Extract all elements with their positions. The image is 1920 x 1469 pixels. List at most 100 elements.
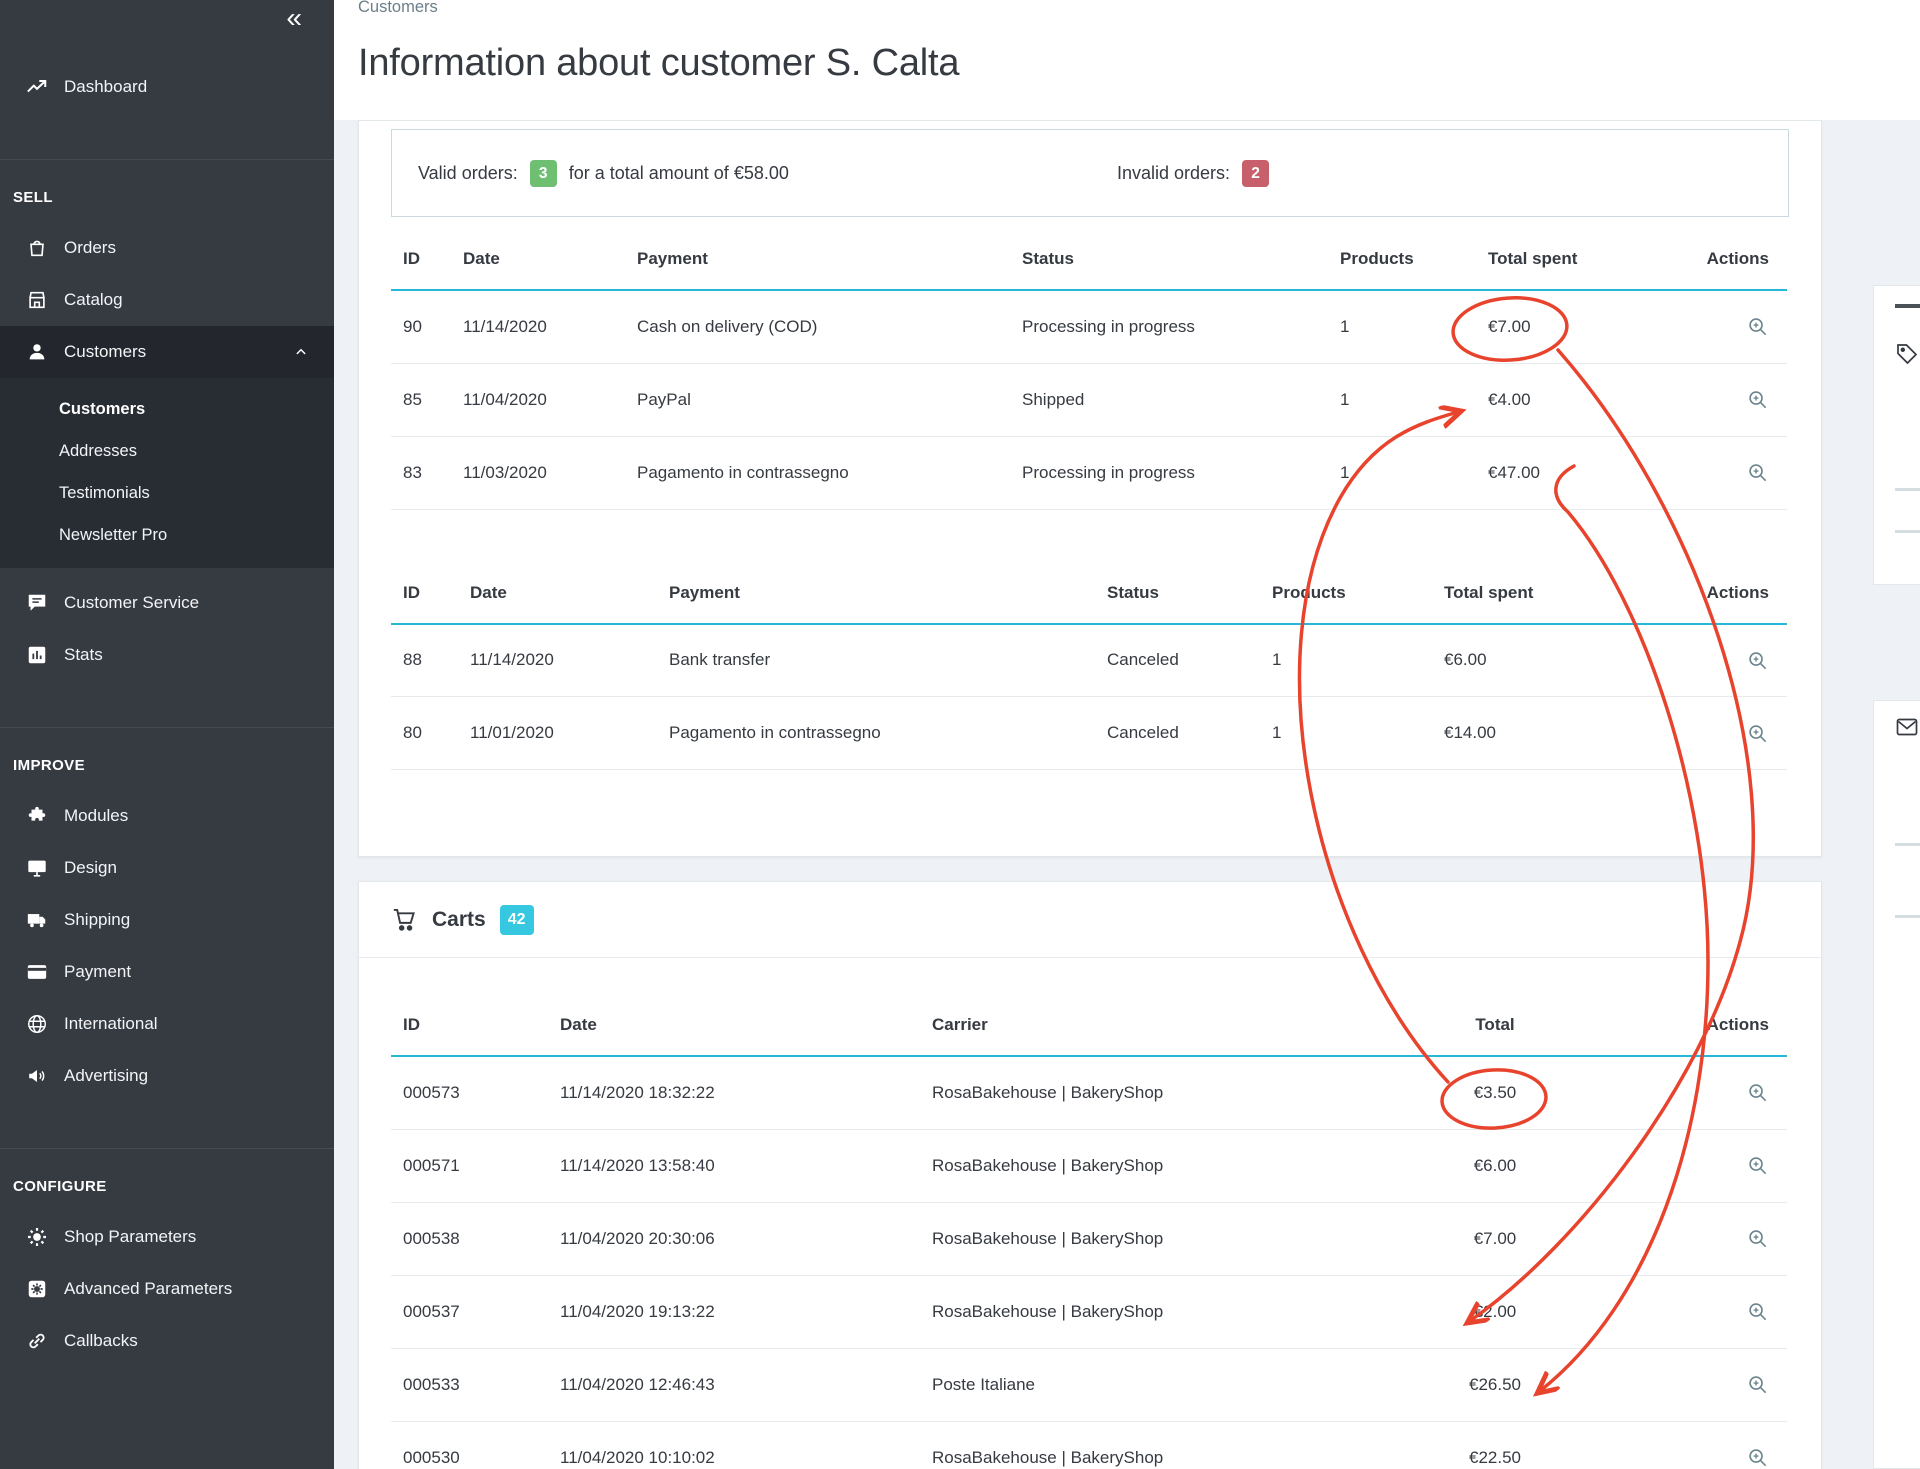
sidebar: « Dashboard SELL Orders Catalog — [0, 0, 334, 1469]
column-header-date: Date — [458, 565, 657, 624]
sidebar-item-dashboard[interactable]: Dashboard — [0, 61, 334, 113]
sidebar-item-label: Modules — [64, 806, 128, 826]
cart-row: 000571 11/14/2020 13:58:40 RosaBakehouse… — [391, 1129, 1787, 1202]
page-header: Customers Information about customer S. … — [334, 0, 1920, 120]
sidebar-item-label: Shop Parameters — [64, 1227, 196, 1247]
sidebar-item-label: Advertising — [64, 1066, 148, 1086]
cart-date: 11/14/2020 13:58:40 — [548, 1129, 920, 1202]
column-header-id: ID — [391, 231, 451, 290]
sidebar-customers-block: Customers Customers Addresses Testimonia… — [0, 326, 334, 568]
sidebar-item-shipping[interactable]: Shipping — [0, 894, 334, 946]
table-header-row: ID Date Payment Status Products Total sp… — [391, 231, 1787, 290]
order-row: 80 11/01/2020 Pagamento in contrassegno … — [391, 697, 1787, 770]
sidebar-item-customer-service[interactable]: Customer Service — [0, 577, 334, 629]
order-status: Canceled — [1095, 624, 1260, 697]
main-content: Valid orders: 3 for a total amount of €5… — [358, 120, 1822, 1469]
valid-orders-summary: Valid orders: 3 for a total amount of €5… — [418, 160, 789, 187]
chat-bubble-icon — [26, 592, 48, 614]
cart-carrier: RosaBakehouse | BakeryShop — [920, 1202, 1380, 1275]
order-total: €14.00 — [1432, 697, 1659, 770]
cart-date: 11/04/2020 10:10:02 — [548, 1421, 920, 1469]
sidebar-item-customers[interactable]: Customers — [0, 326, 334, 378]
sidebar-item-orders[interactable]: Orders — [0, 222, 334, 274]
zoom-in-icon — [1746, 722, 1769, 745]
puzzle-icon — [26, 805, 48, 827]
zoom-in-icon — [1746, 1300, 1769, 1323]
sidebar-item-catalog[interactable]: Catalog — [0, 274, 334, 326]
sidebar-item-label: Callbacks — [64, 1331, 138, 1351]
order-date: 11/03/2020 — [451, 436, 625, 509]
view-cart-details-button[interactable] — [1746, 1227, 1769, 1250]
tag-icon — [1895, 342, 1919, 366]
cart-total: €7.00 — [1380, 1202, 1610, 1275]
gear-icon — [26, 1226, 48, 1248]
view-cart-details-button[interactable] — [1746, 1446, 1769, 1469]
view-order-details-button[interactable] — [1746, 388, 1769, 411]
sidebar-item-payment[interactable]: Payment — [0, 946, 334, 998]
column-header-status: Status — [1095, 565, 1260, 624]
column-header-products: Products — [1328, 231, 1476, 290]
sidebar-subitem-customers[interactable]: Customers — [0, 388, 334, 430]
order-row: 90 11/14/2020 Cash on delivery (COD) Pro… — [391, 290, 1787, 363]
table-header-row: ID Date Carrier Total Actions — [391, 997, 1787, 1056]
view-cart-details-button[interactable] — [1746, 1081, 1769, 1104]
zoom-in-icon — [1746, 1227, 1769, 1250]
sidebar-item-shop-parameters[interactable]: Shop Parameters — [0, 1211, 334, 1263]
sidebar-item-advertising[interactable]: Advertising — [0, 1050, 334, 1102]
view-order-details-button[interactable] — [1746, 461, 1769, 484]
sidebar-subitem-addresses[interactable]: Addresses — [0, 430, 334, 472]
view-order-details-button[interactable] — [1746, 649, 1769, 672]
sidebar-item-modules[interactable]: Modules — [0, 790, 334, 842]
sidebar-item-label: Customers — [64, 342, 146, 362]
order-payment: Pagamento in contrassegno — [625, 436, 1010, 509]
order-status: Canceled — [1095, 697, 1260, 770]
breadcrumb[interactable]: Customers — [358, 0, 438, 17]
sidebar-subitem-testimonials[interactable]: Testimonials — [0, 472, 334, 514]
text-stub — [1895, 530, 1920, 533]
sidebar-item-international[interactable]: International — [0, 998, 334, 1050]
carts-card-header: Carts 42 — [359, 882, 1821, 958]
sidebar-subitem-newsletter-pro[interactable]: Newsletter Pro — [0, 514, 334, 556]
sidebar-item-label: Advanced Parameters — [64, 1279, 232, 1299]
view-cart-details-button[interactable] — [1746, 1373, 1769, 1396]
bar-chart-icon — [26, 644, 48, 666]
order-products: 1 — [1328, 436, 1476, 509]
view-order-details-button[interactable] — [1746, 315, 1769, 338]
credit-card-icon — [26, 961, 48, 983]
cart-carrier: RosaBakehouse | BakeryShop — [920, 1275, 1380, 1348]
zoom-in-icon — [1746, 461, 1769, 484]
cart-carrier: RosaBakehouse | BakeryShop — [920, 1421, 1380, 1469]
view-cart-details-button[interactable] — [1746, 1154, 1769, 1177]
carts-table: ID Date Carrier Total Actions 000573 11/… — [391, 997, 1787, 1469]
cart-icon — [391, 906, 418, 933]
view-cart-details-button[interactable] — [1746, 1300, 1769, 1323]
column-header-total: Total — [1380, 997, 1610, 1056]
order-total: €6.00 — [1432, 624, 1659, 697]
sidebar-item-callbacks[interactable]: Callbacks — [0, 1315, 334, 1367]
globe-icon — [26, 1013, 48, 1035]
sidebar-item-advanced-parameters[interactable]: Advanced Parameters — [0, 1263, 334, 1315]
sidebar-item-label: Catalog — [64, 290, 123, 310]
cart-carrier: RosaBakehouse | BakeryShop — [920, 1056, 1380, 1129]
sidebar-item-stats[interactable]: Stats — [0, 629, 334, 681]
zoom-in-icon — [1746, 1081, 1769, 1104]
sidebar-item-design[interactable]: Design — [0, 842, 334, 894]
column-header-id: ID — [391, 565, 458, 624]
sidebar-item-label: Stats — [64, 645, 103, 665]
cart-id: 000573 — [391, 1056, 548, 1129]
sidebar-collapse-button[interactable]: « — [286, 2, 302, 34]
cart-row: 000537 11/04/2020 19:13:22 RosaBakehouse… — [391, 1275, 1787, 1348]
invalid-orders-summary: Invalid orders: 2 — [1117, 160, 1269, 187]
zoom-in-icon — [1746, 649, 1769, 672]
column-header-actions: Actions — [1610, 997, 1787, 1056]
sidebar-item-label: International — [64, 1014, 158, 1034]
cart-row: 000538 11/04/2020 20:30:06 RosaBakehouse… — [391, 1202, 1787, 1275]
valid-orders-label: Valid orders: — [418, 163, 518, 184]
order-date: 11/01/2020 — [458, 697, 657, 770]
view-order-details-button[interactable] — [1746, 722, 1769, 745]
order-date: 11/14/2020 — [451, 290, 625, 363]
dashboard-icon — [26, 76, 48, 98]
cart-total: €6.00 — [1380, 1129, 1610, 1202]
sidebar-section-sell: SELL — [0, 189, 334, 206]
cart-total: €26.50 — [1380, 1348, 1610, 1421]
